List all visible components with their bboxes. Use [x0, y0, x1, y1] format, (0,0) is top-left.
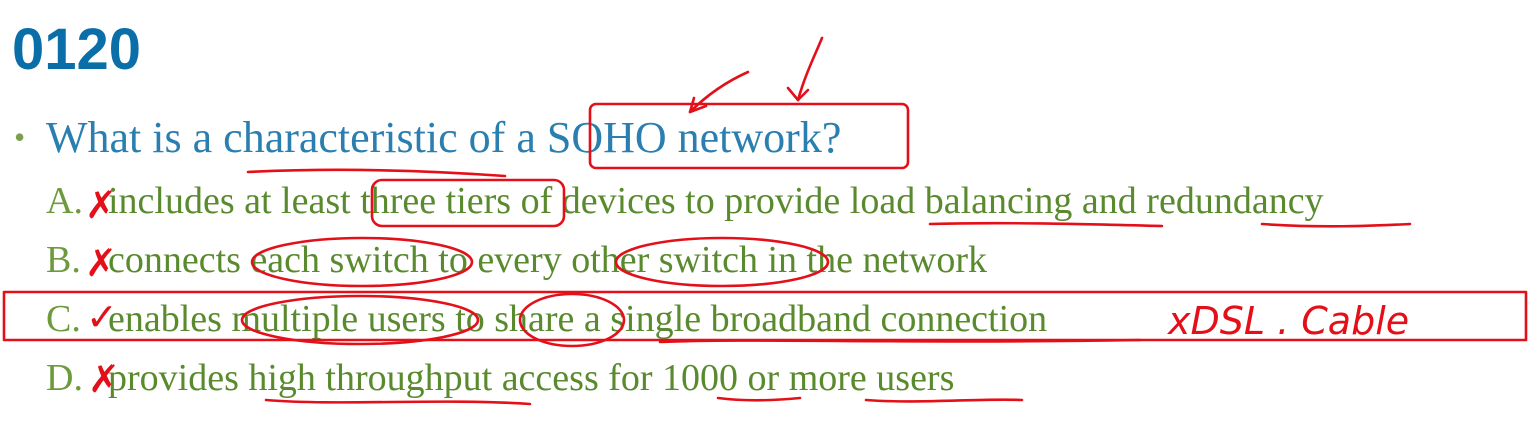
underline-mark: [928, 221, 1164, 228]
question: • What is a characteristic of a SOHO netw…: [14, 112, 841, 163]
arrow-head-icon: [786, 86, 810, 102]
option-letter: B.: [46, 239, 81, 281]
bullet-icon: •: [14, 119, 26, 155]
underline-mark: [246, 168, 507, 178]
option-text: enables multiple users to share a single…: [108, 298, 1048, 340]
option-text: connects each switch to every other swit…: [108, 239, 987, 281]
option-b: B. connects each switch to every other sw…: [46, 238, 987, 282]
option-letter: D.: [46, 357, 83, 399]
option-c: C. enables multiple users to share a sing…: [46, 297, 1047, 341]
arrow-head-icon: [688, 96, 708, 114]
option-text: includes at least three tiers of devices…: [108, 180, 1324, 222]
arrow-icon: [688, 70, 750, 114]
question-text: What is a characteristic of a SOHO netwo…: [46, 113, 842, 162]
slide-title: 0120: [12, 17, 142, 82]
option-letter: A.: [46, 180, 83, 222]
underline-mark: [1260, 222, 1412, 228]
handwritten-note: xDSL . Cable: [1167, 299, 1409, 343]
underline-mark: [264, 398, 532, 406]
option-letter: C.: [46, 298, 81, 340]
arrow-icon: [796, 36, 824, 102]
option-text: provides high throughput access for 1000…: [108, 357, 955, 399]
option-d: D. provides high throughput access for 10…: [46, 356, 954, 400]
option-a: A. includes at least three tiers of devic…: [46, 179, 1324, 223]
